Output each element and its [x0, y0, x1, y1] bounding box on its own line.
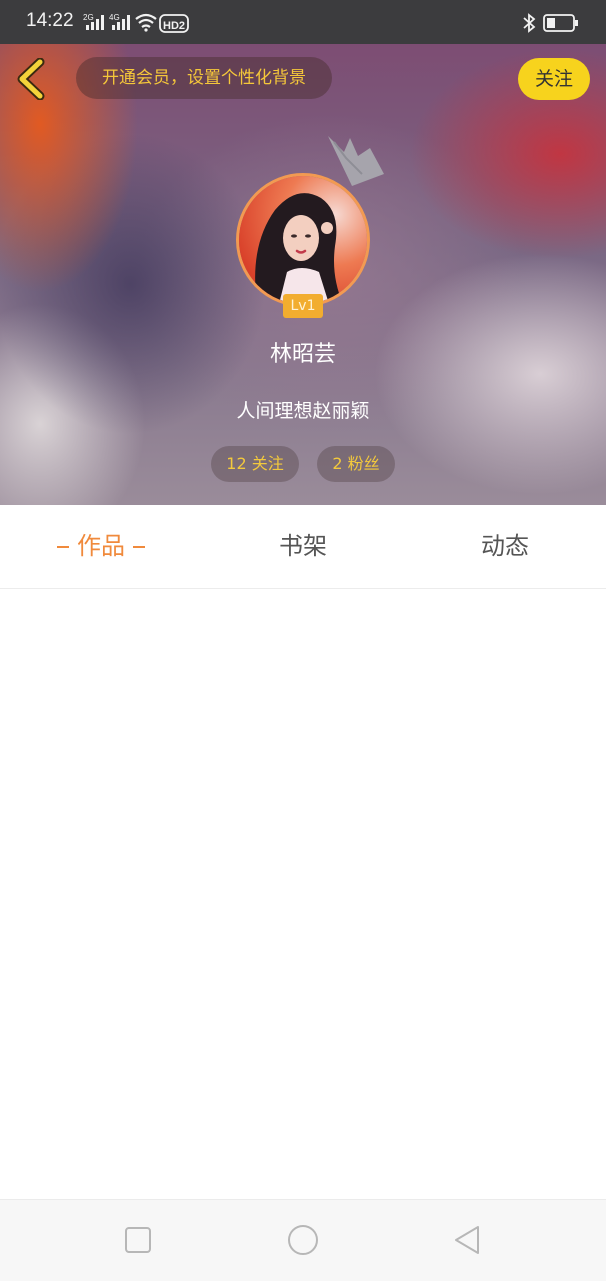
battery-icon — [543, 14, 578, 32]
signal-icon: 4G — [109, 13, 130, 30]
wifi-icon — [135, 13, 157, 32]
signal-icon: 2G — [83, 13, 104, 30]
back-icon[interactable] — [450, 1222, 486, 1258]
status-left-icons: 2G 4G HD2 — [83, 13, 189, 33]
tab-bookshelf-label: 书架 — [279, 532, 327, 560]
recent-apps-icon[interactable] — [120, 1222, 156, 1258]
status-right-icons — [523, 13, 578, 33]
fans-count[interactable]: 2 粉丝 — [317, 446, 395, 482]
level-badge: Lv1 — [283, 294, 323, 318]
network-type-2g: 2G — [83, 13, 94, 22]
status-time: 14:22 — [26, 10, 74, 31]
tab-activity[interactable]: 动态 — [404, 505, 606, 588]
following-count[interactable]: 12 关注 — [211, 446, 299, 482]
content-area — [0, 589, 606, 1199]
tab-indicator-right — [133, 546, 145, 548]
follow-button[interactable]: 关注 — [518, 58, 590, 100]
user-name: 林昭芸 — [269, 342, 336, 367]
avatar-photo — [239, 176, 367, 304]
tab-bookshelf[interactable]: 书架 — [202, 505, 404, 588]
tab-activity-label: 动态 — [481, 532, 529, 560]
user-signature: 人间理想赵丽颖 — [236, 400, 370, 422]
hd-icon: HD2 — [159, 14, 189, 33]
tab-works-label: 作品 — [77, 532, 125, 560]
tab-works[interactable]: 作品 — [0, 505, 202, 588]
vip-background-banner[interactable]: 开通会员，设置个性化背景 — [76, 57, 332, 99]
status-bar: 14:22 2G 4G HD2 — [0, 0, 606, 44]
tab-bar: 作品 书架 动态 — [0, 505, 606, 589]
home-icon[interactable] — [285, 1222, 321, 1258]
network-type-4g: 4G — [109, 13, 120, 22]
profile-header: 开通会员，设置个性化背景 关注 Lv1 林昭芸 人间理想赵丽颖 12 关注 2 … — [0, 44, 606, 505]
system-nav-bar — [0, 1199, 606, 1281]
back-arrow-icon[interactable] — [14, 58, 48, 100]
bluetooth-icon — [523, 13, 536, 33]
tab-indicator-left — [57, 546, 69, 548]
hd-label: HD2 — [163, 20, 185, 32]
avatar[interactable] — [236, 173, 370, 307]
